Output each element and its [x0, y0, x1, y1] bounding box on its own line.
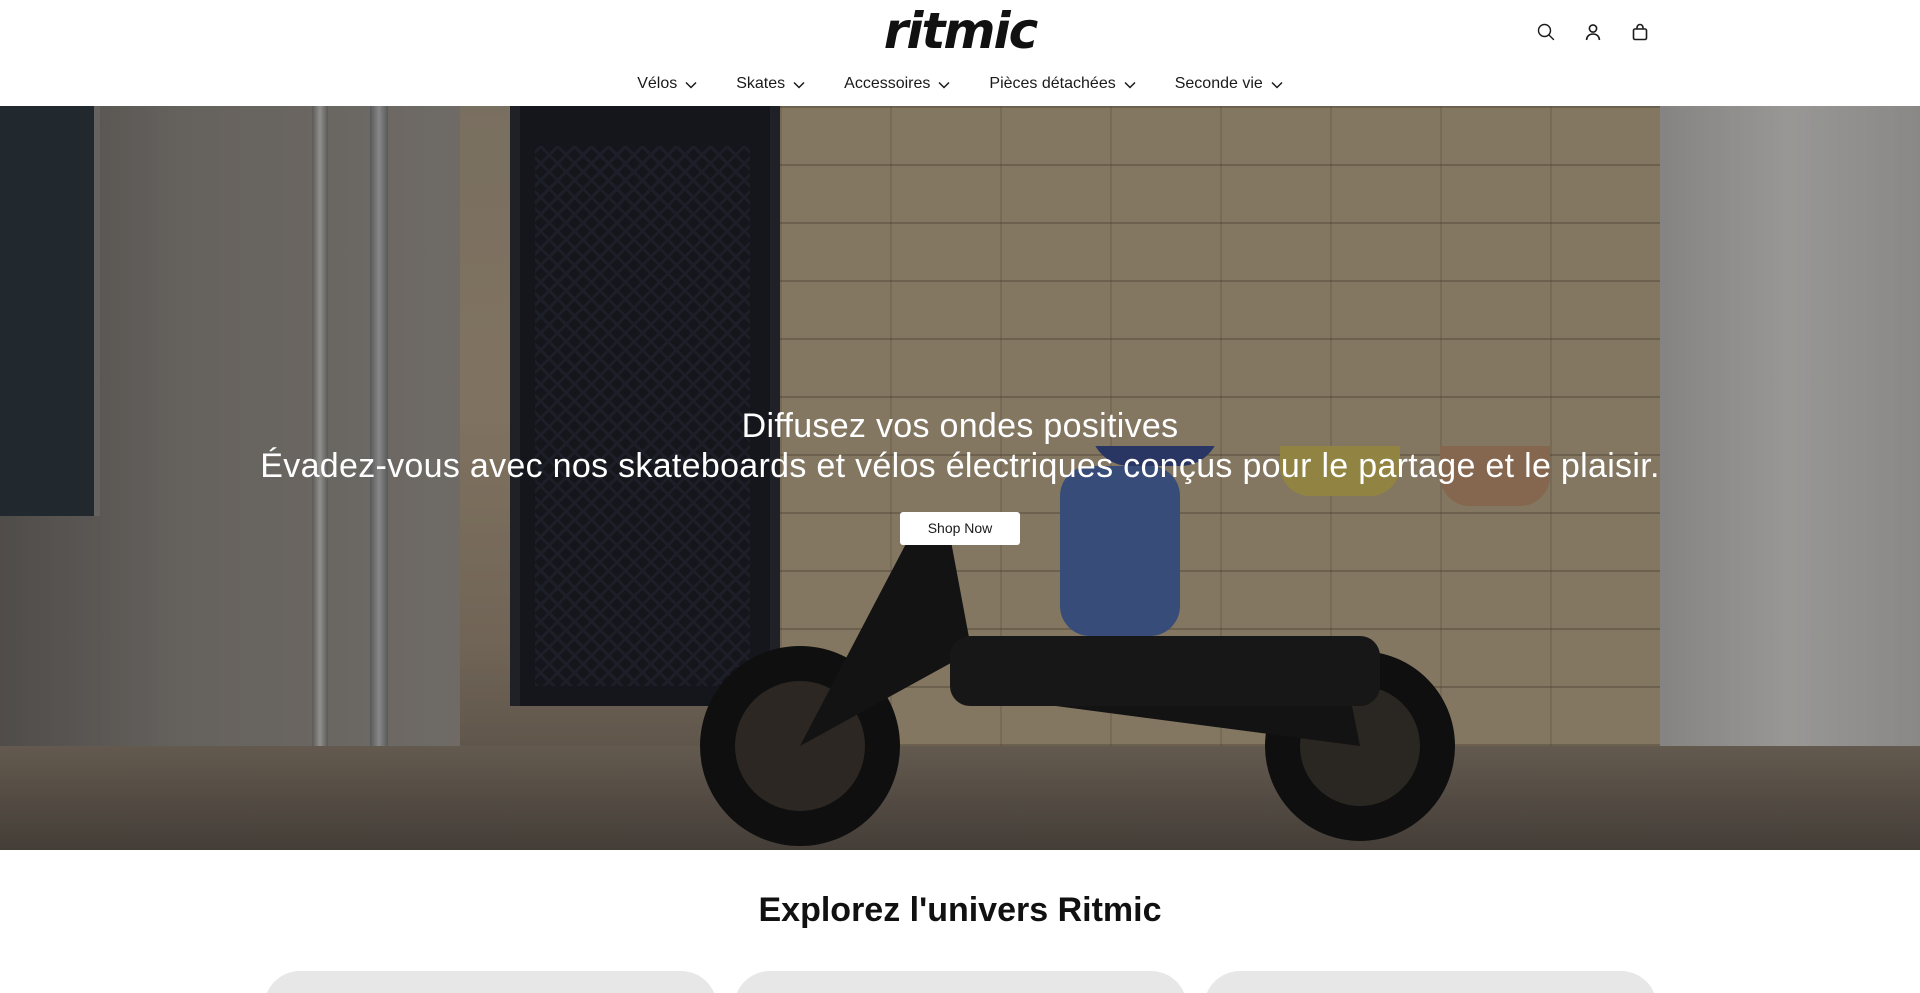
chevron-down-icon: [1271, 81, 1283, 89]
category-card[interactable]: [264, 971, 717, 993]
chevron-down-icon: [793, 81, 805, 89]
category-card[interactable]: [734, 971, 1187, 993]
nav-item-skates[interactable]: Skates: [736, 72, 805, 96]
hero-banner: Diffusez vos ondes positives Évadez-vous…: [0, 106, 1920, 850]
shop-now-button[interactable]: Shop Now: [900, 512, 1020, 545]
account-icon[interactable]: [1581, 20, 1605, 44]
nav-item-label: Vélos: [637, 75, 678, 92]
nav-item-accessoires[interactable]: Accessoires: [844, 72, 950, 96]
header-icons: [1534, 20, 1652, 44]
chevron-down-icon: [938, 81, 950, 89]
category-cards: [264, 971, 1657, 993]
chevron-down-icon: [1124, 81, 1136, 89]
logo[interactable]: ritmic: [870, 6, 1050, 56]
cart-icon[interactable]: [1628, 20, 1652, 44]
search-icon[interactable]: [1534, 20, 1558, 44]
category-card[interactable]: [1204, 971, 1657, 993]
hero-subtitle: Évadez-vous avec nos skateboards et vélo…: [260, 447, 1660, 485]
nav-item-seconde-vie[interactable]: Seconde vie: [1175, 72, 1283, 96]
nav-item-pieces-detachees[interactable]: Pièces détachées: [989, 72, 1136, 96]
nav-item-label: Accessoires: [844, 75, 931, 92]
site-header: ritmic Vélos Skates Accessoires Pièces d…: [0, 0, 1920, 106]
main-nav: Vélos Skates Accessoires Pièces détachée…: [0, 72, 1920, 96]
hero-content: Diffusez vos ondes positives Évadez-vous…: [0, 406, 1920, 545]
nav-item-label: Skates: [736, 75, 786, 92]
hero-title: Diffusez vos ondes positives: [741, 407, 1179, 445]
nav-item-label: Pièces détachées: [989, 75, 1116, 92]
chevron-down-icon: [685, 81, 697, 89]
nav-item-velos[interactable]: Vélos: [637, 72, 697, 96]
explore-section-title: Explorez l'univers Ritmic: [758, 891, 1162, 929]
nav-item-label: Seconde vie: [1174, 75, 1263, 92]
